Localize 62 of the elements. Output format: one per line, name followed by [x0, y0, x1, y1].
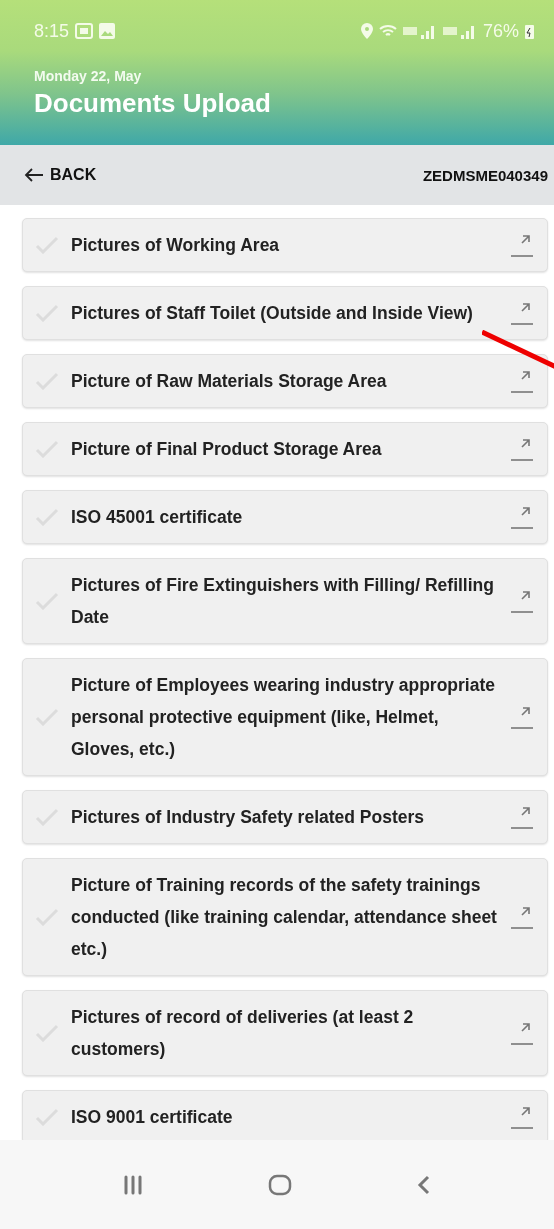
document-row[interactable]: Pictures of Working Area: [22, 218, 548, 272]
signal-icon: [442, 23, 477, 39]
image-icon: [99, 23, 116, 39]
notification-icon: [75, 23, 94, 39]
upload-icon: [511, 805, 533, 829]
document-row[interactable]: Picture of Employees wearing industry appropriate personal protective equipment (like, Helmet, Gloves, etc.): [22, 658, 548, 776]
upload-button[interactable]: [511, 805, 533, 829]
upload-button[interactable]: [511, 1021, 533, 1045]
upload-button[interactable]: [511, 233, 533, 257]
upload-button[interactable]: [511, 301, 533, 325]
upload-button[interactable]: [511, 437, 533, 461]
status-time: 8:15: [34, 20, 70, 42]
upload-icon: [511, 301, 533, 325]
document-row[interactable]: Picture of Final Product Storage Area: [22, 422, 548, 476]
document-label: Picture of Training records of the safety trainings conducted (like training calendar, attendance sheet etc.): [71, 874, 498, 961]
wifi-icon: [378, 24, 397, 38]
document-label: Pictures of record of deliveries (at least 2 customers): [71, 1006, 415, 1061]
document-label: Picture of Final Product Storage Area: [71, 438, 383, 461]
upload-button[interactable]: [511, 905, 533, 929]
back-nav-button[interactable]: [416, 1173, 432, 1196]
upload-icon: [511, 233, 533, 257]
document-label: ISO 45001 certificate: [71, 506, 244, 529]
upload-icon: [511, 705, 533, 729]
document-row[interactable]: Pictures of Staff Toilet (Outside and Inside View): [22, 286, 548, 340]
back-button[interactable]: BACK: [24, 166, 97, 184]
page-title: Documents Upload: [34, 88, 272, 119]
home-button[interactable]: [268, 1173, 292, 1196]
upload-button[interactable]: [511, 705, 533, 729]
document-label: Pictures of Industry Safety related Posters: [71, 806, 426, 829]
document-label: Pictures of Working Area: [71, 234, 281, 257]
document-row[interactable]: Picture of Training records of the safety trainings conducted (like training calendar, attendance sheet etc.): [22, 858, 548, 976]
recent-apps-button[interactable]: [122, 1173, 144, 1196]
upload-button[interactable]: [511, 589, 533, 613]
document-label: Picture of Raw Materials Storage Area: [71, 370, 388, 393]
upload-icon: [511, 369, 533, 393]
application-code: ZEDMSME040349: [422, 166, 548, 184]
document-label: Picture of Employees wearing industry appropriate personal protective equipment (like, Helmet, Gloves, etc.): [71, 674, 496, 761]
battery-icon: [525, 23, 534, 39]
upload-button[interactable]: [511, 505, 533, 529]
upload-icon: [511, 505, 533, 529]
document-row[interactable]: Picture of Raw Materials Storage Area: [22, 354, 548, 408]
document-label: ISO 9001 certificate: [71, 1106, 234, 1129]
document-row[interactable]: ISO 45001 certificate: [22, 490, 548, 544]
upload-icon: [511, 1105, 533, 1129]
header-date: Monday 22, May: [34, 68, 143, 84]
back-arrow-icon: [24, 168, 44, 182]
document-row[interactable]: ISO 9001 certificate: [22, 1090, 548, 1140]
upload-button[interactable]: [511, 369, 533, 393]
document-row[interactable]: Pictures of Fire Extinguishers with Filling/ Refilling Date: [22, 558, 548, 644]
upload-icon: [511, 905, 533, 929]
upload-icon: [511, 1021, 533, 1045]
document-label: Pictures of Fire Extinguishers with Filling/ Refilling Date: [71, 574, 495, 629]
battery-percent: 76%: [482, 20, 519, 42]
document-row[interactable]: Pictures of Industry Safety related Posters: [22, 790, 548, 844]
location-icon: [360, 23, 373, 39]
upload-button[interactable]: [511, 1105, 533, 1129]
document-label: Pictures of Staff Toilet (Outside and Inside View): [71, 302, 474, 325]
upload-icon: [511, 589, 533, 613]
signal-icon: [402, 23, 437, 39]
document-row[interactable]: Pictures of record of deliveries (at least 2 customers): [22, 990, 548, 1076]
annotation-line: [482, 330, 554, 370]
upload-icon: [511, 437, 533, 461]
